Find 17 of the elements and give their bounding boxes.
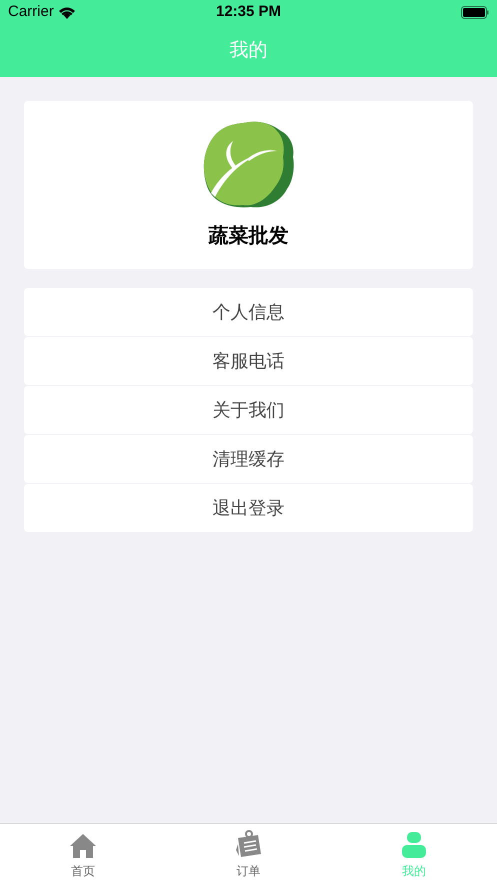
person-icon (402, 832, 426, 858)
menu-item[interactable]: 个人信息 (24, 288, 473, 336)
cabbage-icon (202, 121, 294, 209)
battery-icon (461, 6, 489, 19)
profile-name: 蔬菜批发 (208, 224, 288, 249)
home-icon (70, 834, 96, 858)
clipboard-icon (236, 830, 262, 858)
menu-item[interactable]: 关于我们 (24, 386, 473, 434)
tab-item[interactable]: 首页 (0, 824, 166, 883)
menu-item[interactable]: 清理缓存 (24, 435, 473, 483)
menu-item[interactable]: 退出登录 (24, 484, 473, 532)
wifi-icon (58, 6, 76, 19)
clock-time: 12:35 PM (216, 2, 282, 22)
menu-item[interactable]: 客服电话 (24, 337, 473, 385)
carrier-label: Carrier (8, 2, 54, 22)
nav-title: 我的 (230, 38, 268, 63)
tab-item[interactable]: 订单 (166, 824, 332, 883)
